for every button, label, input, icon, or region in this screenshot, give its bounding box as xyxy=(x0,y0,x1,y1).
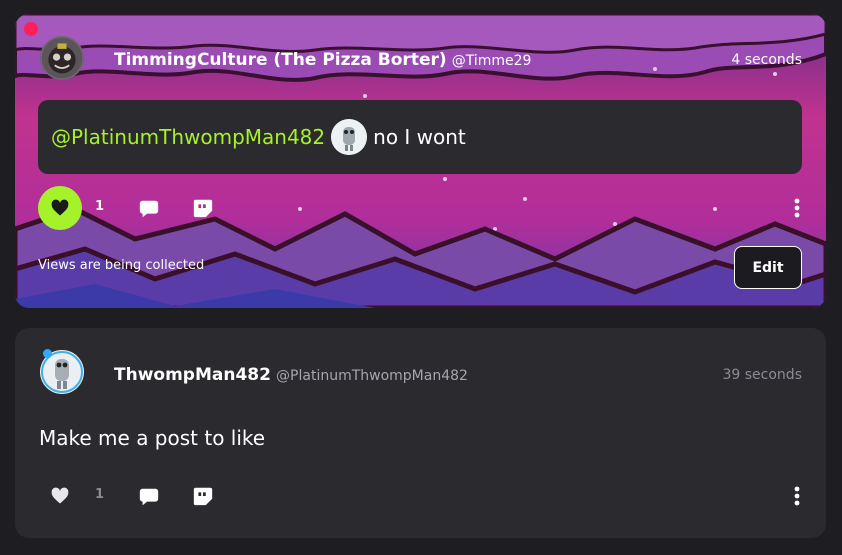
more-options-button[interactable] xyxy=(792,484,802,508)
post-author[interactable]: TimmingCulture (The Pizza Borter) @Timme… xyxy=(114,50,531,70)
comment-icon xyxy=(139,200,159,218)
author-name[interactable]: TimmingCulture (The Pizza Borter) xyxy=(114,50,447,70)
pizza-face-avatar-image xyxy=(42,38,82,78)
post-actions: 1 xyxy=(38,186,802,230)
avatar[interactable] xyxy=(40,36,84,80)
post-text: no I wont xyxy=(373,125,466,149)
post-text: Make me a post to like xyxy=(39,426,266,450)
mentioned-user-avatar xyxy=(331,119,368,155)
post-card: TimmingCulture (The Pizza Borter) @Timme… xyxy=(15,14,826,308)
like-count: 1 xyxy=(95,487,105,502)
post-content: @PlatinumThwompMan482 no I wont xyxy=(38,100,802,174)
post-author[interactable]: ThwompMan482 @PlatinumThwompMan482 xyxy=(114,365,468,385)
presence-indicator xyxy=(43,349,52,358)
edit-button[interactable]: Edit xyxy=(734,246,802,289)
notification-dot xyxy=(24,22,38,36)
quote-button[interactable] xyxy=(192,485,214,507)
author-name[interactable]: ThwompMan482 xyxy=(114,365,271,385)
heart-icon xyxy=(51,487,69,504)
like-button[interactable] xyxy=(38,474,82,518)
post-timestamp: 39 seconds xyxy=(722,367,803,383)
like-count: 1 xyxy=(95,199,105,214)
mention-link[interactable]: @PlatinumThwompMan482 xyxy=(51,125,325,149)
comment-button[interactable] xyxy=(138,486,160,508)
robot-avatar-image xyxy=(331,119,368,155)
quote-icon xyxy=(193,199,213,218)
author-handle[interactable]: @Timme29 xyxy=(452,53,532,69)
more-vertical-icon xyxy=(794,486,800,506)
quote-icon xyxy=(193,487,213,506)
comment-button[interactable] xyxy=(138,198,160,220)
like-button[interactable] xyxy=(38,186,82,230)
author-handle[interactable]: @PlatinumThwompMan482 xyxy=(276,368,468,384)
more-options-button[interactable] xyxy=(792,196,802,220)
quote-button[interactable] xyxy=(192,197,214,219)
views-status: Views are being collected xyxy=(38,258,205,273)
post-timestamp: 4 seconds xyxy=(731,52,802,68)
post-actions: 1 xyxy=(38,474,802,518)
post-card: ThwompMan482 @PlatinumThwompMan482 39 se… xyxy=(15,328,826,538)
more-vertical-icon xyxy=(794,198,800,218)
comment-icon xyxy=(139,488,159,506)
heart-icon xyxy=(51,199,69,216)
